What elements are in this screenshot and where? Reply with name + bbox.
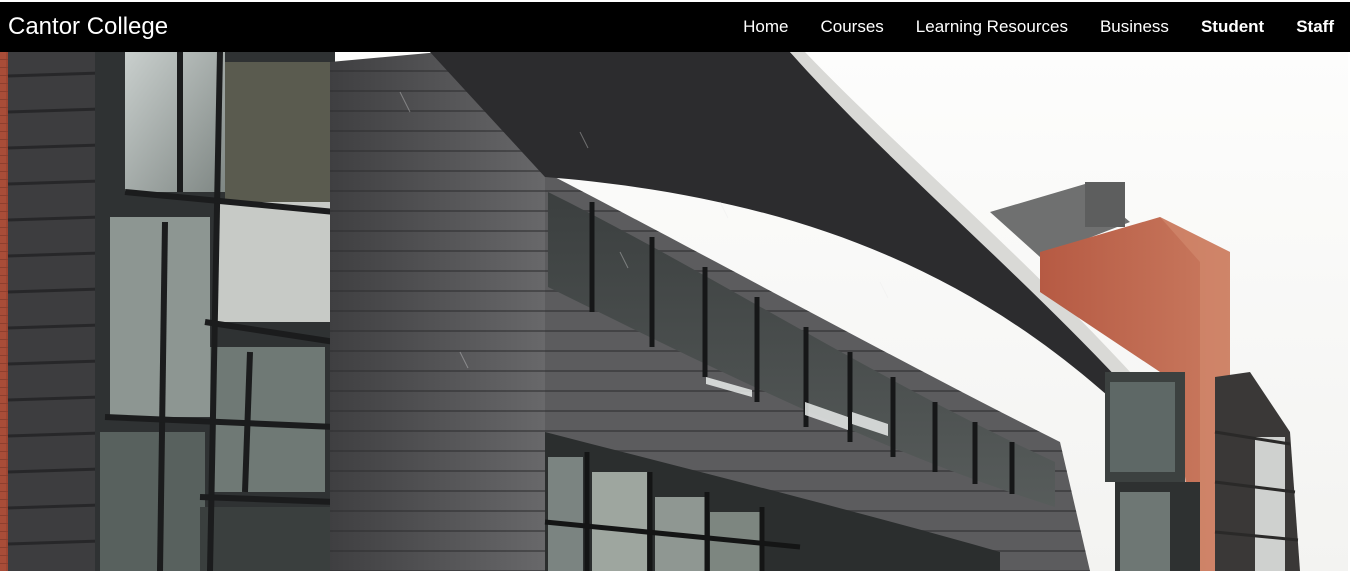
nav-home[interactable]: Home <box>743 17 788 37</box>
page: Cantor College Home Courses Learning Res… <box>0 0 1350 571</box>
nav-learning-resources[interactable]: Learning Resources <box>916 17 1068 37</box>
building-photo <box>0 52 1350 571</box>
hero-image <box>0 52 1350 571</box>
nav-staff[interactable]: Staff <box>1296 17 1334 37</box>
main-nav: Home Courses Learning Resources Business… <box>743 2 1334 52</box>
navbar: Cantor College Home Courses Learning Res… <box>0 2 1350 52</box>
brand-logo-link[interactable]: Cantor College <box>8 13 168 41</box>
nav-student[interactable]: Student <box>1201 17 1264 37</box>
nav-courses[interactable]: Courses <box>820 17 883 37</box>
nav-business[interactable]: Business <box>1100 17 1169 37</box>
